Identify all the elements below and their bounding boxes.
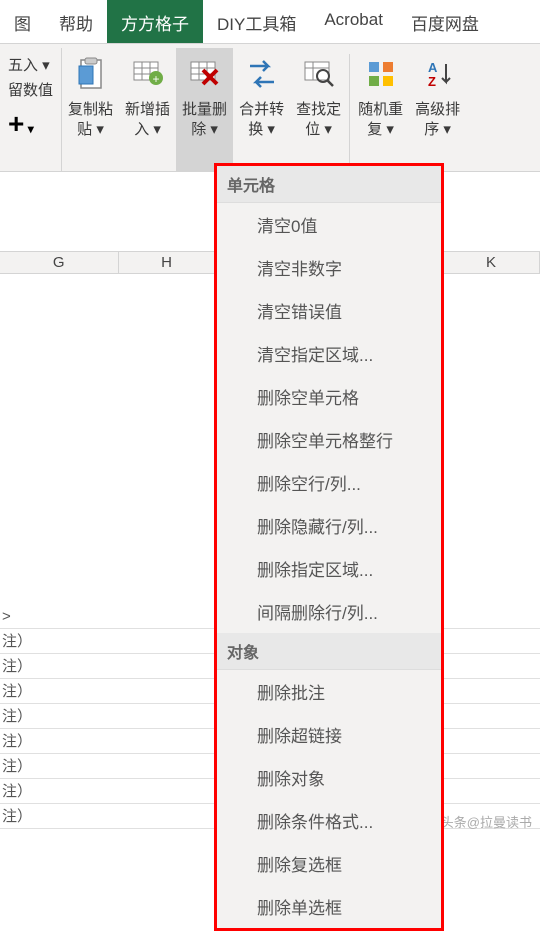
advanced-sort-button[interactable]: AZ 高级排序 ▾ (409, 48, 466, 171)
delete-table-icon (185, 54, 225, 94)
insert-table-icon: + (128, 54, 168, 94)
delete-hidden-rows-cols[interactable]: 删除隐藏行/列... (217, 504, 441, 547)
delete-radio[interactable]: 删除单选框 (217, 885, 441, 928)
plus-icon[interactable]: + ▾ (8, 108, 53, 140)
round-option[interactable]: 五入 ▾ (8, 52, 53, 77)
ribbon-left-group: 五入 ▾ 留数值 + ▾ (0, 48, 62, 171)
find-locate-button[interactable]: 查找定位 ▾ (290, 48, 347, 171)
delete-empty-rows-cols[interactable]: 删除空行/列... (217, 461, 441, 504)
delete-comments[interactable]: 删除批注 (217, 670, 441, 713)
tab-diy[interactable]: DIY工具箱 (203, 0, 310, 43)
random-icon (361, 54, 401, 94)
keep-value-option[interactable]: 留数值 (8, 77, 53, 102)
clipboard-icon (71, 54, 111, 94)
clear-error-values[interactable]: 清空错误值 (217, 289, 441, 332)
delete-objects[interactable]: 删除对象 (217, 756, 441, 799)
delete-empty-cell-rows[interactable]: 删除空单元格整行 (217, 418, 441, 461)
delete-conditional-format[interactable]: 删除条件格式... (217, 799, 441, 842)
batch-delete-dropdown: 单元格 清空0值 清空非数字 清空错误值 清空指定区域... 删除空单元格 删除… (214, 163, 444, 931)
tab-help[interactable]: 帮助 (45, 0, 107, 43)
tab-acrobat[interactable]: Acrobat (310, 0, 397, 43)
svg-text:A: A (428, 60, 438, 75)
col-header-h[interactable]: H (119, 252, 216, 273)
svg-text:Z: Z (428, 74, 436, 89)
delete-hyperlinks[interactable]: 删除超链接 (217, 713, 441, 756)
col-header-g[interactable]: G (0, 252, 119, 273)
insert-button[interactable]: + 新增插入 ▾ (119, 48, 176, 171)
search-table-icon (299, 54, 339, 94)
dropdown-section-cell: 单元格 (217, 166, 441, 203)
merge-convert-button[interactable]: 合并转换 ▾ (233, 48, 290, 171)
clear-range[interactable]: 清空指定区域... (217, 332, 441, 375)
col-header-k[interactable]: K (443, 252, 540, 273)
dropdown-section-object: 对象 (217, 633, 441, 670)
ribbon-tabs: 图 帮助 方方格子 DIY工具箱 Acrobat 百度网盘 (0, 0, 540, 44)
ribbon-main-group: 复制粘贴 ▾ + 新增插入 ▾ 批量删除 ▾ 合并转换 ▾ 查找定位 ▾ (62, 48, 466, 171)
ribbon: 五入 ▾ 留数值 + ▾ 复制粘贴 ▾ + 新增插入 ▾ 批量删除 ▾ (0, 44, 540, 172)
batch-delete-button[interactable]: 批量删除 ▾ (176, 48, 233, 171)
svg-text:+: + (152, 72, 159, 86)
watermark: 头条@拉曼读书 (441, 812, 532, 831)
tab-baidu[interactable]: 百度网盘 (397, 0, 493, 43)
copy-paste-button[interactable]: 复制粘贴 ▾ (62, 48, 119, 171)
convert-icon (242, 54, 282, 94)
sort-icon: AZ (418, 54, 458, 94)
tab-view[interactable]: 图 (0, 0, 45, 43)
interval-delete[interactable]: 间隔删除行/列... (217, 590, 441, 633)
delete-empty-cells[interactable]: 删除空单元格 (217, 375, 441, 418)
delete-range[interactable]: 删除指定区域... (217, 547, 441, 590)
random-repeat-button[interactable]: 随机重复 ▾ (352, 48, 409, 171)
delete-checkbox[interactable]: 删除复选框 (217, 842, 441, 885)
clear-zero-values[interactable]: 清空0值 (217, 203, 441, 246)
clear-non-numeric[interactable]: 清空非数字 (217, 246, 441, 289)
tab-fanggezi[interactable]: 方方格子 (107, 0, 203, 43)
